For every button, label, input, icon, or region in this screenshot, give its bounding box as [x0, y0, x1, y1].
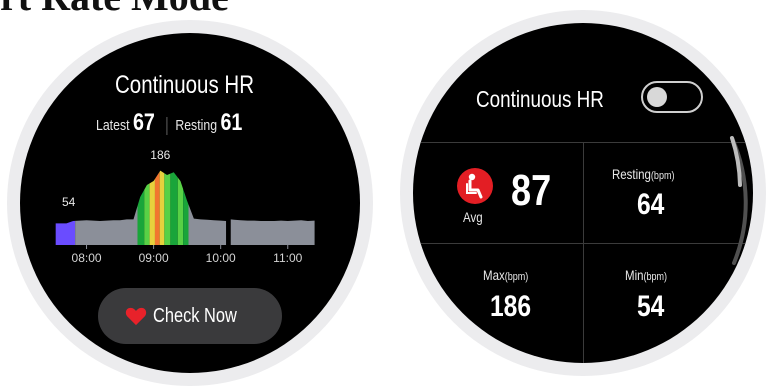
max-stat-label: Max(bpm): [483, 267, 529, 283]
x-tick-label: 11:00: [273, 251, 302, 265]
max-stat-value: 186: [490, 290, 532, 323]
page-title: rt Rate Mode: [0, 0, 229, 20]
hr-series-0: [55, 170, 227, 245]
max-value-annotation: 186: [150, 148, 170, 162]
left-watch-screen: Continuous HR Latest 67 Resting 61 08:00 0…: [20, 33, 360, 373]
resting-stat-label: Resting(bpm): [612, 166, 675, 182]
zone-band-green: [137, 170, 145, 245]
x-tick-label: 08:00: [72, 251, 102, 265]
avg-value: 87: [511, 166, 552, 215]
zone-band-green: [170, 170, 178, 245]
zone-band-low: [55, 170, 76, 245]
check-now-label: Check Now: [152, 304, 237, 327]
right-watch-screen: Continuous HR Avg 87 Resting(bpm) 64 Max…: [413, 23, 753, 363]
avg-label: Avg: [463, 209, 483, 225]
min-value-annotation: 54: [62, 195, 76, 209]
zone-band-normal: [230, 219, 315, 245]
zone-band-light-green: [144, 170, 150, 245]
min-stat-value: 54: [637, 290, 665, 323]
zone-band-normal: [188, 170, 227, 245]
seated-person-icon: [457, 168, 493, 204]
heart-icon: [125, 307, 147, 326]
zone-band-green: [183, 170, 189, 245]
x-tick-label: 10:00: [206, 251, 236, 265]
zone-band-light-green: [177, 170, 184, 245]
check-now-button[interactable]: Check Now: [98, 288, 282, 344]
min-stat-label: Min(bpm): [625, 267, 668, 283]
hr-series-1: [230, 219, 315, 245]
x-tick-label: 09:00: [139, 251, 169, 265]
zone-band-normal: [75, 170, 138, 245]
resting-stat-value: 64: [637, 188, 665, 221]
